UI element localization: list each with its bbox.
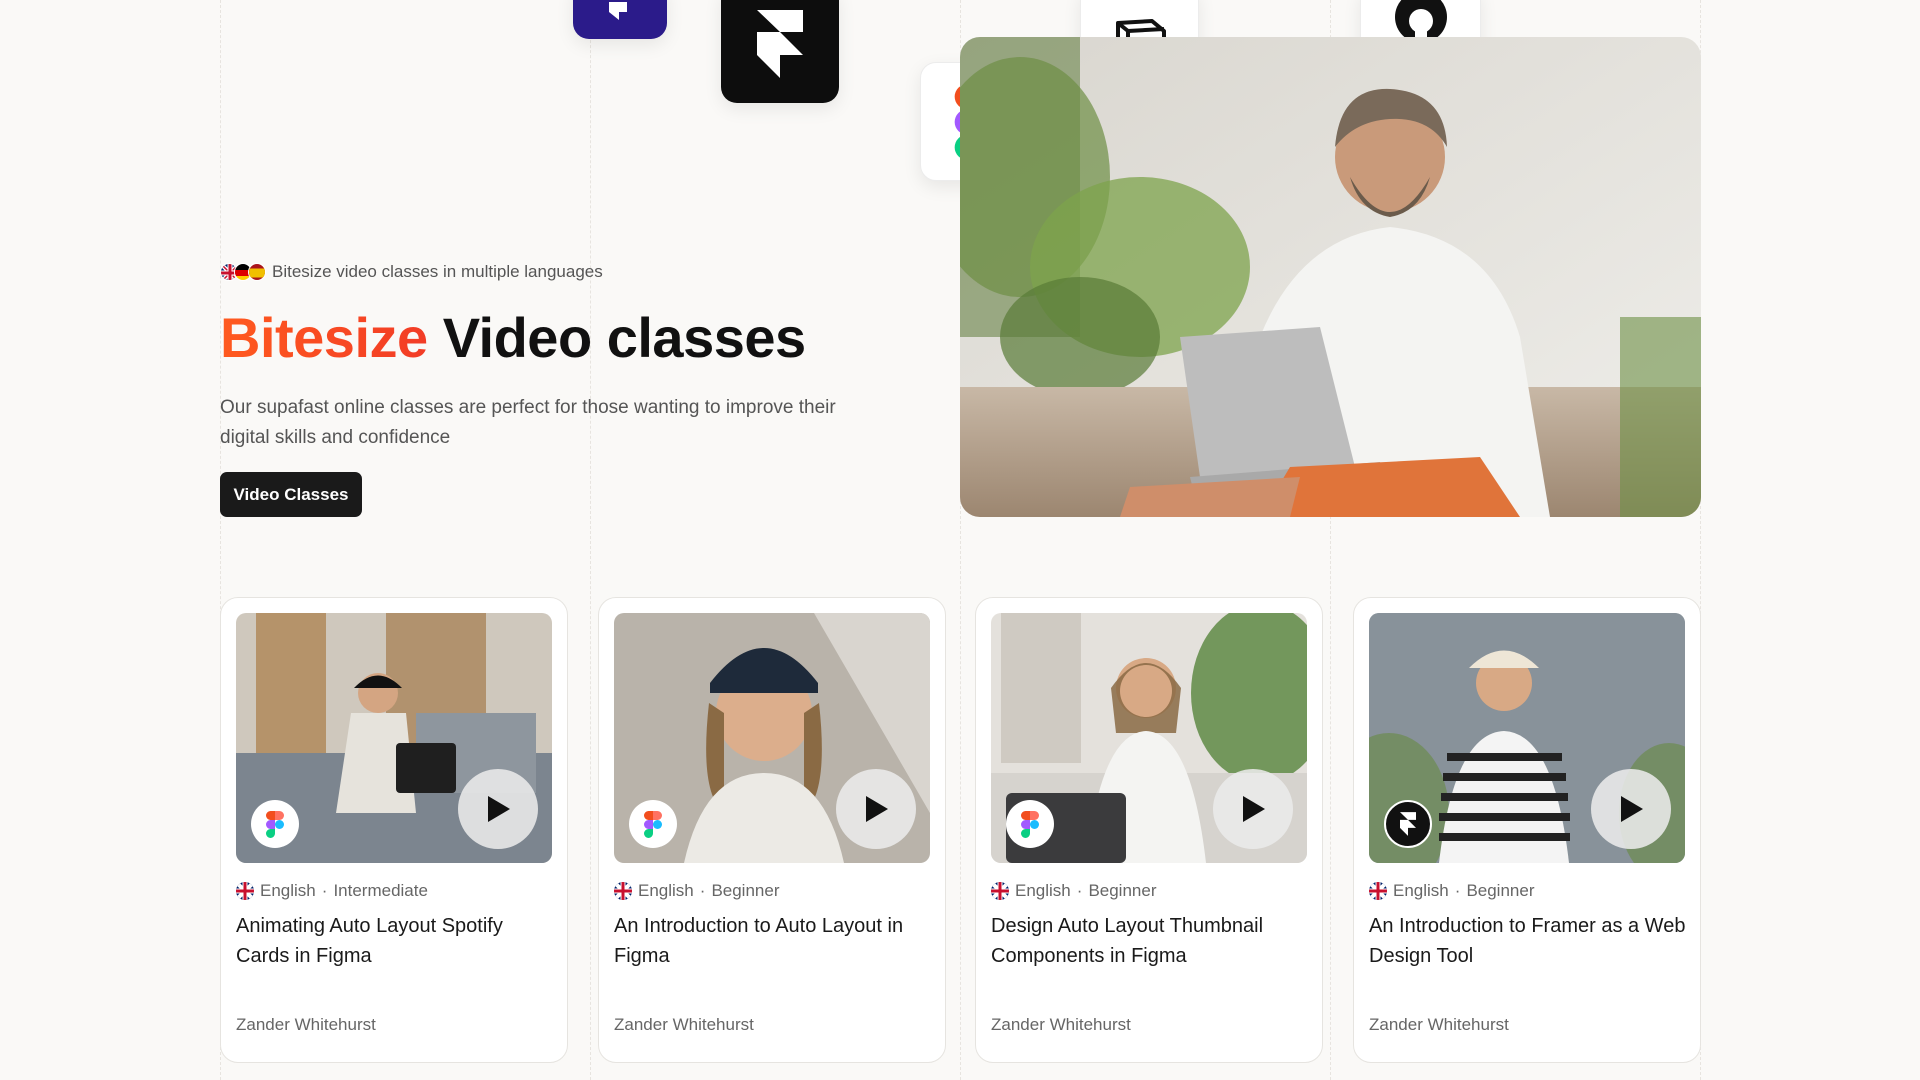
class-card[interactable]: English · Beginner Design Auto Layout Th… xyxy=(975,597,1323,1063)
play-button[interactable] xyxy=(836,769,916,849)
class-thumbnail[interactable] xyxy=(614,613,930,863)
class-title[interactable]: Animating Auto Layout Spotify Cards in F… xyxy=(236,911,556,971)
class-thumbnail[interactable] xyxy=(1369,613,1685,863)
class-language: English xyxy=(260,881,316,900)
class-meta: English · Beginner xyxy=(991,881,1157,901)
class-author: Zander Whitehurst xyxy=(614,1015,754,1034)
class-title[interactable]: An Introduction to Framer as a Web Desig… xyxy=(1369,911,1689,971)
figma-icon xyxy=(1006,800,1054,848)
class-level: Intermediate xyxy=(333,881,428,900)
class-language: English xyxy=(1015,881,1071,900)
class-language: English xyxy=(1393,881,1449,900)
class-card[interactable]: English · Beginner An Introduction to Fr… xyxy=(1353,597,1701,1063)
class-language: English xyxy=(638,881,694,900)
play-button[interactable] xyxy=(1591,769,1671,849)
headline-accent: Bitesize xyxy=(220,306,428,369)
class-author: Zander Whitehurst xyxy=(991,1015,1131,1034)
language-flags xyxy=(220,263,266,281)
class-thumbnail[interactable] xyxy=(991,613,1307,863)
meta-separator: · xyxy=(321,881,328,900)
uk-flag-icon xyxy=(991,882,1009,900)
class-level: Beginner xyxy=(1088,881,1157,900)
class-meta: English · Intermediate xyxy=(236,881,428,901)
grid-line xyxy=(590,0,591,1080)
spain-flag-icon xyxy=(248,263,266,281)
play-icon xyxy=(1621,796,1643,822)
class-meta: English · Beginner xyxy=(1369,881,1535,901)
uk-flag-icon xyxy=(614,882,632,900)
meta-separator: · xyxy=(1454,881,1461,900)
tagline-text: Bitesize video classes in multiple langu… xyxy=(272,262,603,281)
languages-tagline: Bitesize video classes in multiple langu… xyxy=(220,262,603,282)
class-author: Zander Whitehurst xyxy=(236,1015,376,1034)
play-icon xyxy=(1243,796,1265,822)
class-title[interactable]: Design Auto Layout Thumbnail Components … xyxy=(991,911,1311,971)
class-card[interactable]: English · Intermediate Animating Auto La… xyxy=(220,597,568,1063)
uk-flag-icon xyxy=(1369,882,1387,900)
purple-app-icon xyxy=(573,0,667,39)
class-author: Zander Whitehurst xyxy=(1369,1015,1509,1034)
play-button[interactable] xyxy=(458,769,538,849)
headline-rest: Video classes xyxy=(442,306,806,369)
class-card[interactable]: English · Beginner An Introduction to Au… xyxy=(598,597,946,1063)
class-meta: English · Beginner xyxy=(614,881,780,901)
class-level: Beginner xyxy=(711,881,780,900)
page-title: Bitesize Video classes xyxy=(220,305,806,370)
play-icon xyxy=(866,796,888,822)
video-classes-button[interactable]: Video Classes xyxy=(220,472,362,517)
meta-separator: · xyxy=(699,881,706,900)
hero-photo xyxy=(960,37,1701,517)
play-button[interactable] xyxy=(1213,769,1293,849)
uk-flag-icon xyxy=(236,882,254,900)
class-title[interactable]: An Introduction to Auto Layout in Figma xyxy=(614,911,934,971)
class-level: Beginner xyxy=(1466,881,1535,900)
framer-icon xyxy=(721,0,839,103)
figma-icon xyxy=(251,800,299,848)
hero-subtitle: Our supafast online classes are perfect … xyxy=(220,397,836,448)
play-icon xyxy=(488,796,510,822)
framer-icon xyxy=(1384,800,1432,848)
class-thumbnail[interactable] xyxy=(236,613,552,863)
meta-separator: · xyxy=(1076,881,1083,900)
figma-icon xyxy=(629,800,677,848)
